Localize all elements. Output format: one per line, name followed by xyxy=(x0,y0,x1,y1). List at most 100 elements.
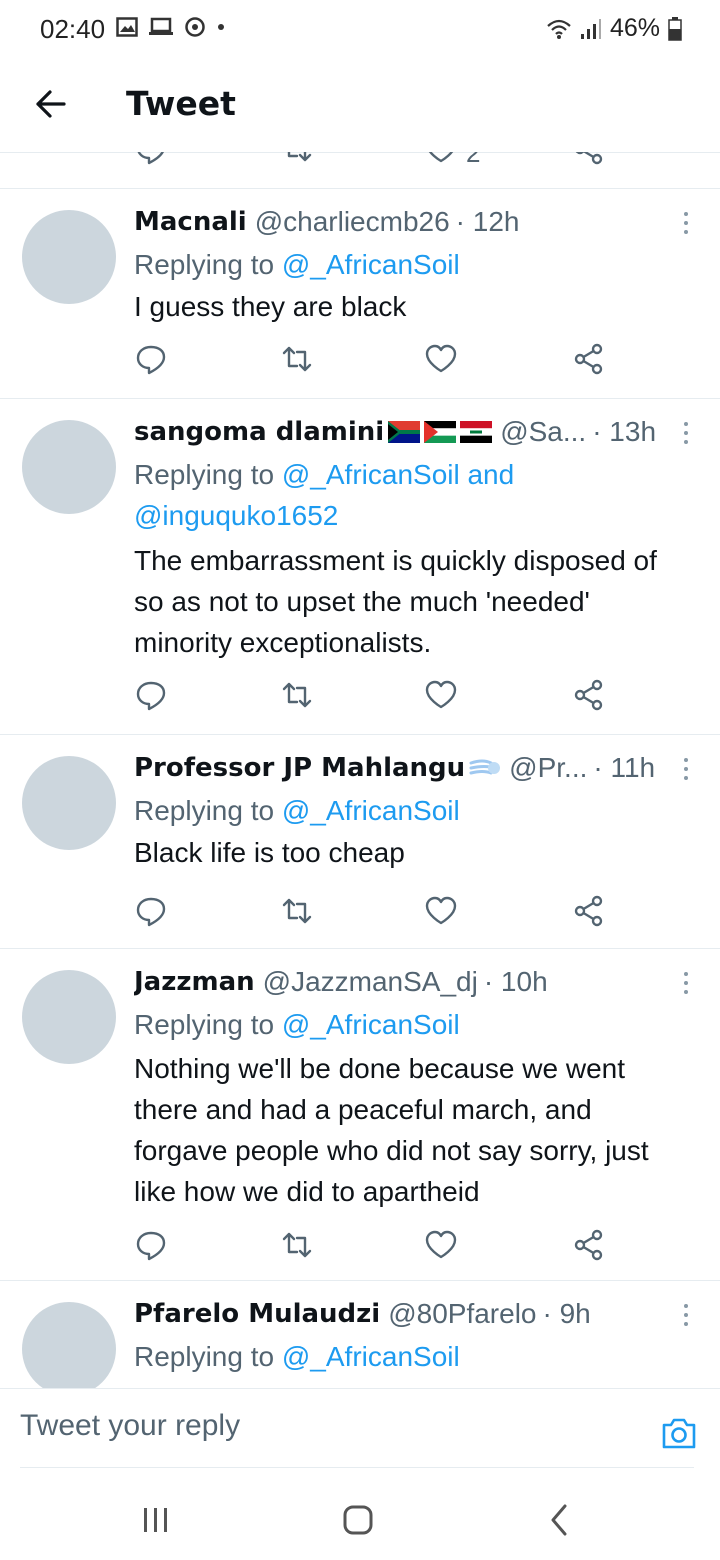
tweet-text: The embarrassment is quickly disposed of… xyxy=(134,545,657,658)
tweet-time: · 13h xyxy=(592,416,657,447)
back-nav-icon[interactable] xyxy=(540,1500,580,1540)
share-icon[interactable] xyxy=(572,894,606,928)
retweet-icon[interactable] xyxy=(280,152,314,166)
tweet-actions xyxy=(134,894,614,934)
dot-icon xyxy=(218,24,224,30)
tweet-actions xyxy=(134,342,614,382)
reply-tweet[interactable]: Professor JP Mahlangu @Pr... · 11h Reply… xyxy=(0,734,720,949)
share-icon[interactable] xyxy=(572,342,606,376)
replying-to-link-2[interactable]: @inguquko1652 xyxy=(134,500,338,531)
back-arrow-icon[interactable] xyxy=(32,86,68,122)
more-options-icon[interactable] xyxy=(684,212,690,239)
more-options-icon[interactable] xyxy=(684,422,690,449)
like-icon[interactable] xyxy=(424,152,458,166)
avatar[interactable] xyxy=(22,756,116,850)
reply-icon[interactable] xyxy=(134,894,168,928)
author-name[interactable]: sangoma dlamini xyxy=(134,417,384,447)
tweet-time: · 12h xyxy=(455,206,520,237)
avatar[interactable] xyxy=(22,1302,116,1388)
share-icon[interactable] xyxy=(572,678,606,712)
author-name[interactable]: Macnali xyxy=(134,207,247,237)
more-options-icon[interactable] xyxy=(684,972,690,999)
author-handle[interactable]: @80Pfarelo xyxy=(388,1298,536,1330)
share-icon[interactable] xyxy=(572,1228,606,1262)
tweet-time: · 11h xyxy=(593,752,656,783)
replying-label: Replying to xyxy=(134,1341,275,1372)
more-options-icon[interactable] xyxy=(684,758,690,785)
reply-composer xyxy=(0,1388,720,1469)
retweet-icon[interactable] xyxy=(280,894,314,928)
status-time: 02:40 xyxy=(40,14,106,44)
home-icon[interactable] xyxy=(338,1500,378,1540)
tweet-actions xyxy=(134,1228,614,1268)
system-nav-bar xyxy=(0,1470,720,1560)
tweet-text: I guess they are black xyxy=(134,291,407,322)
dash-emoji-icon xyxy=(469,759,501,775)
reply-tweet[interactable]: Macnali @charliecmb26 · 12h Replying to … xyxy=(0,188,720,399)
battery-icon xyxy=(668,16,682,41)
reply-icon[interactable] xyxy=(134,1228,168,1262)
author-name[interactable]: Jazzman xyxy=(134,967,255,997)
author-name[interactable]: Professor JP Mahlangu xyxy=(134,753,465,783)
replying-to: Replying to @_AfricanSoil and @inguquko1… xyxy=(134,454,514,536)
reply-tweet[interactable]: Pfarelo Mulaudzi @80Pfarelo · 9h Replyin… xyxy=(0,1280,720,1388)
replying-to-link[interactable]: @_AfricanSoil xyxy=(282,1009,460,1040)
wifi-icon xyxy=(547,19,571,39)
reply-icon[interactable] xyxy=(134,342,168,376)
retweet-icon[interactable] xyxy=(280,1228,314,1262)
share-icon[interactable] xyxy=(572,152,606,166)
replying-label: Replying to xyxy=(134,795,275,826)
composer-divider xyxy=(20,1467,694,1468)
replying-to: Replying to @_AfricanSoil xyxy=(134,790,460,831)
tweet-header: Jazzman @JazzmanSA_dj · 10h xyxy=(134,966,660,998)
reply-tweet[interactable]: sangoma dlamini @Sa... · 13h Replying to… xyxy=(0,398,720,735)
avatar[interactable] xyxy=(22,970,116,1064)
gallery-icon xyxy=(116,17,138,37)
like-icon[interactable] xyxy=(424,894,458,928)
camera-icon[interactable] xyxy=(660,1415,698,1451)
tweet-time: · 10h xyxy=(483,966,548,997)
like-icon[interactable] xyxy=(424,1228,458,1262)
tweet-header: Professor JP Mahlangu @Pr... · 11h xyxy=(134,752,660,784)
like-icon[interactable] xyxy=(424,678,458,712)
author-handle[interactable]: @Sa... xyxy=(500,416,586,448)
page-title: Tweet xyxy=(126,84,236,123)
replying-to-link[interactable]: @_AfricanSoil and xyxy=(282,459,514,490)
replying-label: Replying to xyxy=(134,249,275,280)
iraq-flag-icon xyxy=(460,421,493,443)
replying-label: Replying to xyxy=(134,459,275,490)
tweet-text: Black life is too cheap xyxy=(134,837,405,868)
south-africa-flag-icon xyxy=(388,421,421,443)
recent-apps-icon[interactable] xyxy=(136,1500,176,1540)
top-app-bar: Tweet xyxy=(0,60,720,153)
laptop-icon xyxy=(149,17,173,35)
retweet-icon[interactable] xyxy=(280,678,314,712)
more-options-icon[interactable] xyxy=(684,1304,690,1331)
avatar[interactable] xyxy=(22,210,116,304)
palestine-flag-icon xyxy=(424,421,457,443)
tweet-text: Nothing we'll be done because we went th… xyxy=(134,1053,649,1207)
author-handle[interactable]: @JazzmanSA_dj xyxy=(263,966,478,998)
replying-to-link[interactable]: @_AfricanSoil xyxy=(282,1341,460,1372)
tweet-actions xyxy=(134,678,614,718)
battery-percent: 46% xyxy=(609,14,660,42)
sync-icon xyxy=(185,17,205,37)
replies-feed[interactable]: 2 Macnali @charliecmb26 · 12h Replying t… xyxy=(0,152,720,1388)
tweet-header: sangoma dlamini @Sa... · 13h xyxy=(134,416,660,448)
reply-icon[interactable] xyxy=(134,678,168,712)
like-count: 2 xyxy=(466,152,481,168)
reply-input[interactable] xyxy=(20,1401,620,1451)
replying-to-link[interactable]: @_AfricanSoil xyxy=(282,249,460,280)
author-handle[interactable]: @charliecmb26 xyxy=(255,206,450,238)
reply-tweet[interactable]: Jazzman @JazzmanSA_dj · 10h Replying to … xyxy=(0,948,720,1281)
replying-to: Replying to @_AfricanSoil xyxy=(134,1004,460,1045)
author-handle[interactable]: @Pr... xyxy=(509,752,587,784)
author-name[interactable]: Pfarelo Mulaudzi xyxy=(134,1299,380,1329)
tweet-header: Pfarelo Mulaudzi @80Pfarelo · 9h xyxy=(134,1298,660,1330)
previous-tweet-actions: 2 xyxy=(0,152,720,189)
like-icon[interactable] xyxy=(424,342,458,376)
retweet-icon[interactable] xyxy=(280,342,314,376)
avatar[interactable] xyxy=(22,420,116,514)
reply-icon[interactable] xyxy=(134,152,168,166)
replying-to-link[interactable]: @_AfricanSoil xyxy=(282,795,460,826)
